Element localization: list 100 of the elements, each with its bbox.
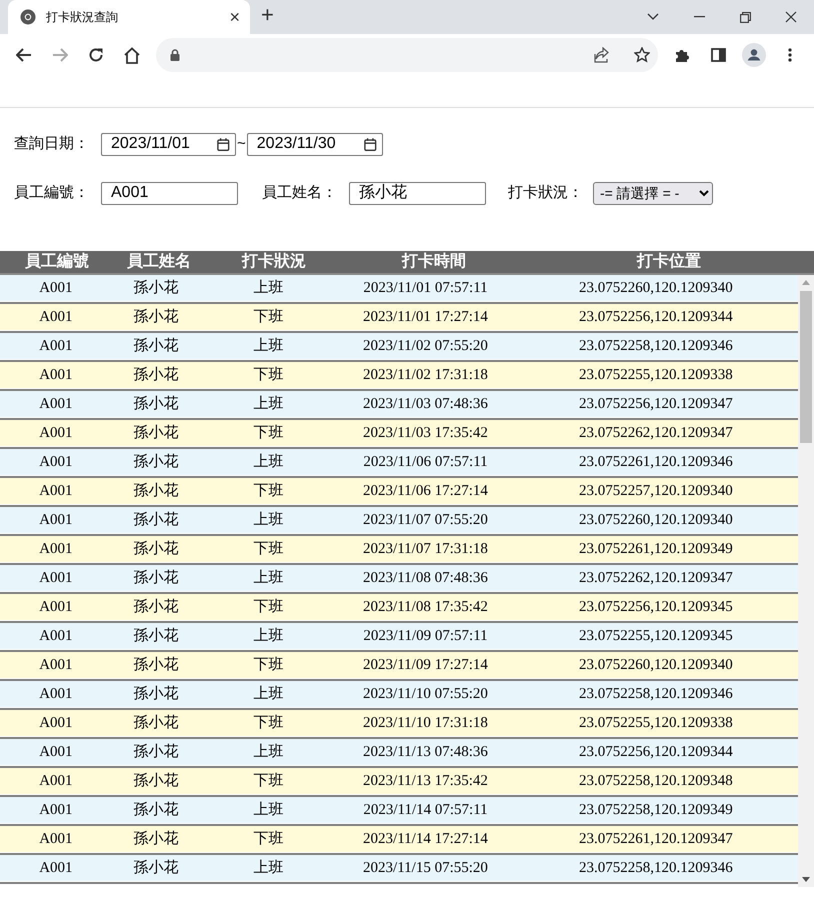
table-cell-text: 上班 [254,742,284,762]
date-input[interactable]: 2023/11/30 [256,132,364,156]
calendar-icon[interactable] [364,136,377,152]
table-cell-text: 下班 [254,772,284,791]
share-icon[interactable] [594,47,610,63]
table-cell-text: 孫小花 [133,714,178,733]
tab-title: 打卡狀況查詢 [46,9,119,26]
menu-icon[interactable] [788,48,792,62]
scroll-down-icon[interactable] [802,877,810,882]
table-cell-text: 2023/11/13 07:48:36 [363,743,488,762]
browser-logo-icon [20,9,36,25]
lock-icon [170,49,180,61]
new-tab-button[interactable]: + [259,4,276,26]
table-cell-text: 23.0752262,120.1209347 [578,424,733,443]
bookmark-star-icon[interactable] [634,47,650,63]
table-cell-text: 2023/11/03 17:35:42 [363,424,488,443]
home-icon[interactable] [123,46,141,64]
range-separator: ~ [236,134,247,154]
table-cell-text: A001 [39,656,73,675]
employee-name-field[interactable]: 孫小花 [349,182,486,204]
table-cell-text: A001 [39,511,73,530]
table-cell-text: 下班 [254,714,284,733]
table-cell-text: A001 [39,279,73,298]
employee-id-field[interactable]: A001 [101,182,238,204]
table-cell-text: 2023/11/13 17:35:42 [363,772,488,791]
table-cell-text: 23.0752258,120.1209349 [578,801,733,820]
table-cell-text: 下班 [254,598,284,617]
table-cell-text: A001 [39,859,73,878]
table-cell-text: 下班 [254,366,284,385]
table-cell-text: 2023/11/07 17:31:18 [363,540,488,559]
scrollbar-thumb[interactable] [800,291,812,443]
table-cell-text: 23.0752255,120.1209338 [578,714,733,733]
table-cell-text: 孫小花 [133,452,178,472]
table-cell-text: 23.0752258,120.1209348 [578,772,733,791]
table-cell-text: 23.0752256,120.1209344 [578,308,733,327]
table-cell-text: A001 [39,801,73,820]
table-cell-text: 23.0752262,120.1209347 [578,569,733,588]
table-cell-text: 2023/11/02 17:31:18 [363,366,488,385]
table-cell-text: 23.0752256,120.1209344 [578,743,733,762]
table-cell-text: A001 [39,366,73,385]
calendar-icon[interactable] [217,136,230,152]
table-cell-text: 孫小花 [133,568,178,588]
restore-icon[interactable] [740,12,750,22]
table-cell-text: A001 [39,395,73,414]
date-field[interactable]: 2023/11/30 [246,132,383,156]
side-panel-icon[interactable] [710,48,726,62]
table-cell-text: 孫小花 [133,742,178,762]
table-cell-text: 孫小花 [133,308,178,327]
table-cell-text: 2023/11/08 17:35:42 [363,598,488,617]
table-cell-text: A001 [39,540,73,559]
extensions-icon[interactable] [674,48,690,62]
table-cell-text: 孫小花 [133,394,178,414]
table-cell-text: A001 [39,424,73,443]
table-cell-text: 上班 [254,336,284,356]
table-cell-text: A001 [39,598,73,617]
table-cell-text: A001 [39,830,73,849]
date-field[interactable]: 2023/11/01 [101,132,236,156]
table-cell-text: 孫小花 [133,540,178,559]
table-cell-text: 孫小花 [133,510,178,530]
table-cell-text: 2023/11/06 07:57:11 [363,453,488,472]
close-window-icon[interactable] [785,11,797,23]
back-icon[interactable] [16,48,32,62]
table-cell-text: A001 [39,337,73,356]
table-cell-text: 23.0752255,120.1209345 [578,627,733,646]
table-cell-text: 2023/11/14 07:57:11 [363,801,488,820]
table-cell-text: 2023/11/09 07:57:11 [363,627,488,646]
table-cell-text: 23.0752255,120.1209338 [578,366,733,385]
table-cell-text: 下班 [254,424,284,443]
table-cell-text: 2023/11/03 07:48:36 [363,395,488,414]
table-cell-text: 孫小花 [133,830,178,849]
table-cell-text: 上班 [254,568,284,588]
table-cell-text: 孫小花 [133,858,178,878]
table-cell-text: 23.0752256,120.1209347 [578,395,733,414]
table-cell-text: 下班 [254,656,284,675]
table-cell-text: A001 [39,743,73,762]
date-input[interactable]: 2023/11/01 [111,132,218,156]
profile-icon[interactable] [742,43,766,67]
scrollbar[interactable] [798,275,814,887]
browser-tab[interactable]: 打卡狀況查詢 × [8,0,250,34]
table-cell-text: 2023/11/01 17:27:14 [363,308,488,327]
column-header: 打卡狀況 [242,252,306,272]
table-cell-text: 上班 [254,452,284,472]
table-cell-text: 孫小花 [133,598,178,617]
table-cell-text: 下班 [254,482,284,501]
table-cell-text: 2023/11/01 07:57:11 [363,279,488,298]
minimize-icon[interactable] [694,16,704,18]
table-cell-text: 2023/11/10 07:55:20 [363,685,488,704]
status-label: 打卡狀況： [508,182,584,203]
table-cell-text: 下班 [254,830,284,849]
table-cell-text: 孫小花 [133,656,178,675]
table-cell-text: 2023/11/14 17:27:14 [363,830,488,849]
table-cell-text: A001 [39,685,73,704]
table-cell-text: 孫小花 [133,772,178,791]
tab-search-icon[interactable] [647,13,659,21]
status-select[interactable]: -= 請選擇 = - [593,182,713,204]
table-cell-text: A001 [39,569,73,588]
reload-icon[interactable] [88,47,104,63]
table-cell-text: 2023/11/15 07:55:20 [363,859,488,878]
close-tab-button[interactable]: × [229,8,240,26]
table-cell-text: 上班 [254,800,284,820]
